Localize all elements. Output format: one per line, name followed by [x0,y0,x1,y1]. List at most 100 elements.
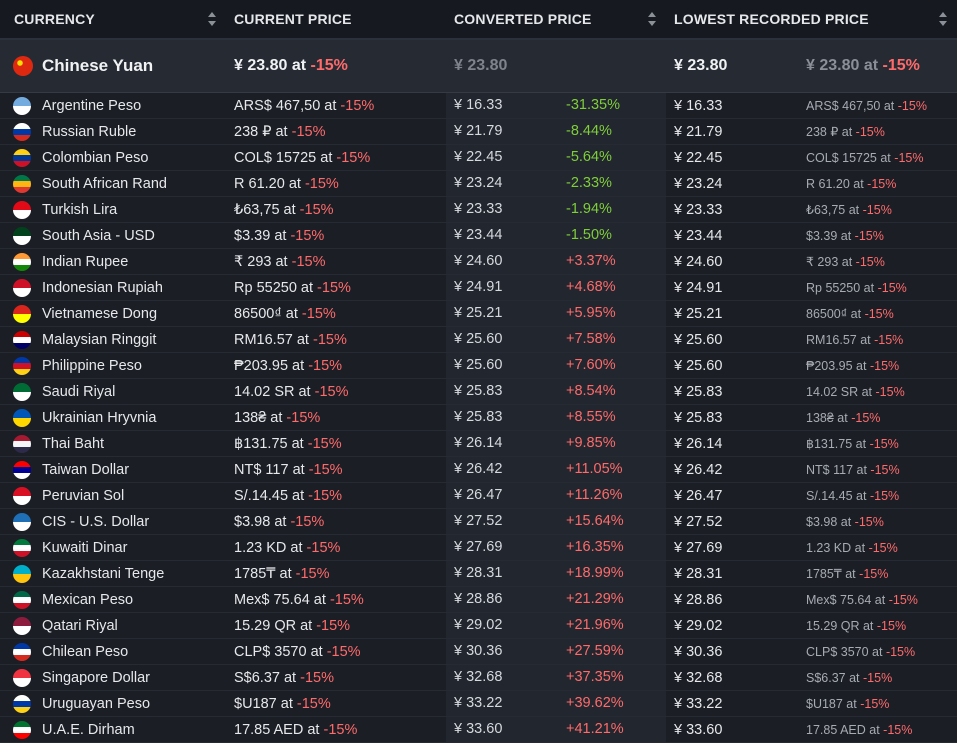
lowest-price: 1.23 KD at -15% [806,541,957,555]
current-price: Mex$ 75.64 at -15% [226,592,446,608]
current-discount: -15% [336,149,371,166]
table-row[interactable]: Malaysian Ringgit RM16.57 at -15% ¥ 25.60 +… [0,327,957,353]
base-currency-row[interactable]: Chinese Yuan ¥ 23.80 at -15% ¥ 23.80 ¥ 2… [0,40,957,93]
sort-icon[interactable] [648,11,656,27]
lowest-discount: -15% [855,255,885,269]
current-discount: -15% [316,617,351,634]
table-row[interactable]: Qatari Riyal 15.29 QR at -15% ¥ 29.02 +21.9… [0,613,957,639]
lowest-price-value: R 61.20 at [806,176,864,191]
lowest-discount: -15% [868,540,898,555]
currency-name: Peruvian Sol [42,487,125,504]
lowest-discount: -15% [854,228,884,243]
column-header-currency[interactable]: CURRENCY [0,0,226,38]
lowest-discount: -15% [864,306,894,321]
column-header-lowest-recorded[interactable]: LOWEST RECORDED PRICE [666,0,957,38]
column-header-currency-label: CURRENCY [14,11,95,27]
current-price: R 61.20 at -15% [226,176,446,192]
lowest-price-value: ARS$ 467,50 at [806,98,895,113]
current-discount: -15% [291,253,326,270]
current-price-value: R 61.20 at [234,175,301,192]
table-row[interactable]: Uruguayan Peso $U187 at -15% ¥ 33.22 +39.62… [0,691,957,717]
table-row[interactable]: Indian Rupee ₹ 293 at -15% ¥ 24.60 +3.37% ¥ … [0,249,957,275]
current-discount: -15% [317,279,351,296]
lowest-discount: -15% [885,644,916,659]
price-difference: -5.64% [558,145,666,170]
lowest-price-value: Mex$ 75.64 at [806,592,886,607]
currency-name: U.A.E. Dirham [42,721,135,738]
currency-name: Indonesian Rupiah [42,279,163,296]
current-discount: -15% [308,461,343,478]
table-row[interactable]: Singapore Dollar S$6.37 at -15% ¥ 32.68 +37… [0,665,957,691]
currency-name: South African Rand [42,175,167,192]
lowest-price: COL$ 15725 at -15% [806,151,957,165]
lowest-converted: ¥ 28.86 [674,591,723,608]
table-row[interactable]: CIS - U.S. Dollar $3.98 at -15% ¥ 27.52 +15… [0,509,957,535]
table-row[interactable]: Peruvian Sol S/.14.45 at -15% ¥ 26.47 +11.2… [0,483,957,509]
current-price-value: NT$ 117 at [234,461,305,478]
current-price-value: COL$ 15725 at [234,149,333,166]
currency-name: Qatari Riyal [42,617,118,634]
lowest-price-value: S/.14.45 at [806,488,867,503]
chilean-peso-flag-icon [13,642,31,661]
table-row[interactable]: Colombian Peso COL$ 15725 at -15% ¥ 22.45-… [0,145,957,171]
table-row[interactable]: Philippine Peso ₱203.95 at -15% ¥ 25.60 +7.… [0,353,957,379]
lowest-price-value: COL$ 15725 at [806,150,891,165]
current-discount: -15% [304,175,339,192]
converted-price: ¥ 30.36 [446,639,558,664]
converted-price: ¥ 16.33 [446,93,558,118]
table-row[interactable]: Turkish Lira ₺63,75 at -15% ¥ 23.33 -1.94% ¥… [0,197,957,223]
price-difference: -1.94% [558,197,666,222]
table-row[interactable]: South African Rand R 61.20 at -15% ¥ 23.24… [0,171,957,197]
lowest-discount: -15% [869,358,900,373]
current-price: $3.98 at -15% [226,514,446,530]
turkish-lira-flag-icon [13,200,31,219]
current-price-value: 17.85 AED at [234,721,320,738]
current-discount: -15% [340,97,375,114]
lowest-discount: -15% [869,437,899,451]
price-difference: +11.26% [558,483,666,508]
current-price-value: ₹ 293 at [234,253,288,270]
lowest-discount: -15% [860,696,890,711]
column-header-converted-price[interactable]: CONVERTED PRICE [446,0,666,38]
current-price-value: ₱203.95 at [234,357,305,374]
converted-price: ¥ 24.91 [446,275,558,300]
column-header-current-price[interactable]: CURRENT PRICE [226,0,446,38]
table-row[interactable]: Argentine Peso ARS$ 467,50 at -15% ¥ 16.33… [0,93,957,119]
sort-icon[interactable] [208,11,216,27]
currency-name: Mexican Peso [42,591,134,608]
current-price: COL$ 15725 at -15% [226,150,446,166]
currency-name: Uruguayan Peso [42,695,151,712]
lowest-converted: ¥ 30.36 [674,643,723,660]
lowest-price: 86500₫ at -15% [806,307,957,321]
converted-price: ¥ 33.22 [446,691,558,716]
table-row[interactable]: Mexican Peso Mex$ 75.64 at -15% ¥ 28.86 +21… [0,587,957,613]
lowest-converted: ¥ 25.60 [674,331,723,348]
price-comparison-table: CURRENCY CURRENT PRICE CONVERTED PRICE L… [0,0,957,743]
table-row[interactable]: Vietnamese Dong 86500₫ at -15% ¥ 25.21 +5.9… [0,301,957,327]
table-row[interactable]: Chilean Peso CLP$ 3570 at -15% ¥ 30.36 +27.… [0,639,957,665]
table-row[interactable]: U.A.E. Dirham 17.85 AED at -15% ¥ 33.60 +41… [0,717,957,743]
table-row[interactable]: Ukrainian Hryvnia 138₴ at -15% ¥ 25.83 +8.5… [0,405,957,431]
table-row[interactable]: Kuwaiti Dinar 1.23 KD at -15% ¥ 27.69 +16.3… [0,535,957,561]
lowest-converted: ¥ 24.91 [674,279,723,296]
table-row[interactable]: South Asia - USD $3.39 at -15% ¥ 23.44 -1.5… [0,223,957,249]
cis-u-s-dollar-flag-icon [13,512,31,531]
table-row[interactable]: Taiwan Dollar NT$ 117 at -15% ¥ 26.42 +11.0… [0,457,957,483]
table-row[interactable]: Saudi Riyal 14.02 SR at -15% ¥ 25.83 +8.54%… [0,379,957,405]
base-lowest-converted: ¥ 23.80 [674,57,728,74]
table-row[interactable]: Indonesian Rupiah Rp 55250 at -15% ¥ 24.91… [0,275,957,301]
price-difference: +3.37% [558,249,666,274]
current-price: ₹ 293 at -15% [226,254,446,270]
current-discount: -15% [290,227,325,244]
lowest-price: ₺63,75 at -15% [806,202,957,217]
base-lowest-price: ¥ 23.80 at -15% [806,57,957,75]
table-row[interactable]: Thai Baht ฿131.75 at -15% ¥ 26.14 +9.85% ¥ 2… [0,431,957,457]
table-row[interactable]: Russian Ruble 238 ₽ at -15% ¥ 21.79 -8.44% ¥… [0,119,957,145]
sort-icon[interactable] [939,11,947,27]
currency-name: CIS - U.S. Dollar [42,513,150,530]
table-row[interactable]: Kazakhstani Tenge 1785₸ at -15% ¥ 28.31 +18… [0,561,957,587]
lowest-price: 15.29 QR at -15% [806,619,957,633]
converted-price: ¥ 23.24 [446,171,558,196]
lowest-converted: ¥ 25.83 [674,409,723,426]
argentine-peso-flag-icon [13,96,31,115]
